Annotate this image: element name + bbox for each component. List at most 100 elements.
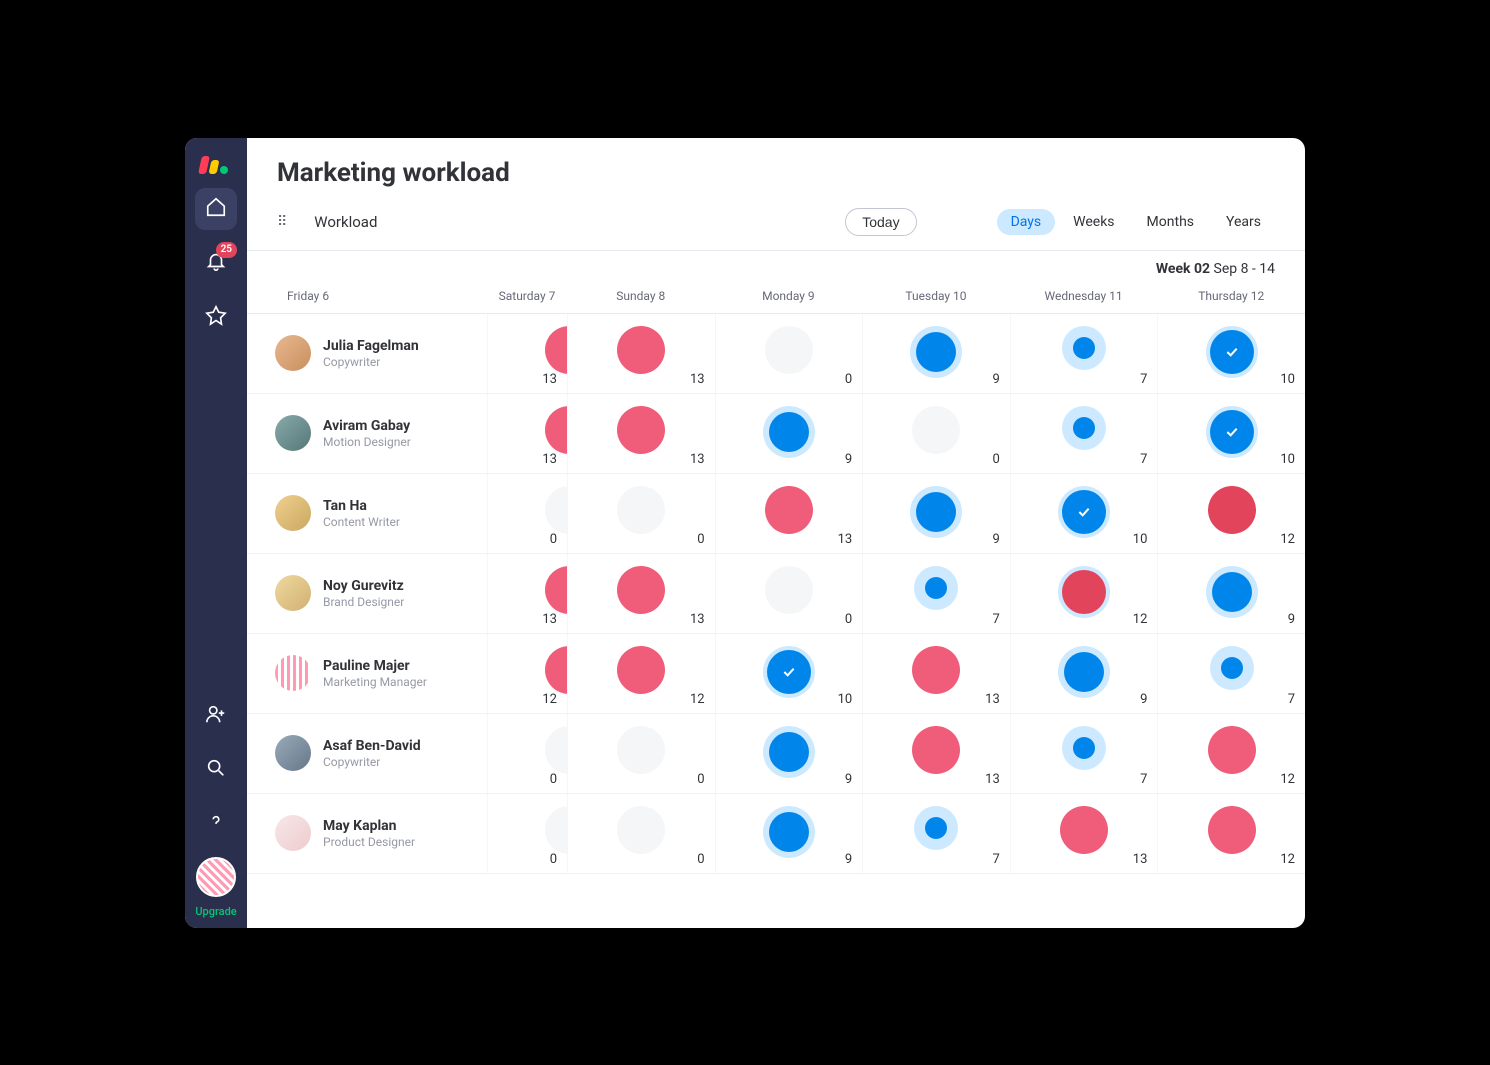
range-tab-weeks[interactable]: Weeks [1059,209,1128,235]
workload-bubble[interactable] [1062,726,1106,770]
nav-home[interactable] [195,188,237,230]
workload-bubble[interactable] [545,486,567,534]
workload-value: 0 [845,612,852,627]
workload-bubble[interactable] [1058,646,1110,698]
person-cell[interactable]: Tan HaContent Writer [247,474,487,554]
workload-bubble[interactable] [545,646,567,694]
workload-bubble[interactable] [1058,486,1110,538]
workload-cell: 9 [862,474,1010,554]
workload-bubble[interactable] [1208,726,1256,774]
workload-value: 0 [992,452,999,467]
workload-cell: 13 [487,394,567,474]
workload-value: 13 [542,372,557,387]
workload-bubble[interactable] [912,726,960,774]
workload-bubble[interactable] [765,486,813,534]
workload-bubble[interactable] [910,486,962,538]
nav-favorites[interactable] [195,296,237,338]
workload-bubble[interactable] [763,646,815,698]
workload-bubble[interactable] [912,406,960,454]
person-cell[interactable]: May KaplanProduct Designer [247,794,487,874]
range-tab-days[interactable]: Days [997,209,1056,235]
workload-value: 9 [845,852,852,867]
workload-value: 7 [1140,772,1147,787]
week-number: Week 02 [1156,261,1210,277]
person-cell[interactable]: Asaf Ben-DavidCopywriter [247,714,487,794]
nav-avatar[interactable] [196,857,236,897]
workload-bubble[interactable] [1208,486,1256,534]
range-tab-years[interactable]: Years [1212,209,1275,235]
workload-bubble[interactable] [763,726,815,778]
workload-cell: 0 [715,554,863,634]
person-cell[interactable]: Pauline MajerMarketing Manager [247,634,487,714]
workload-bubble[interactable] [1206,566,1258,618]
workload-bubble[interactable] [617,806,665,854]
workload-cell: 9 [862,314,1010,394]
week-dates: Sep 8 - 14 [1210,261,1275,277]
range-tab-months[interactable]: Months [1133,209,1208,235]
person-name: Tan Ha [323,497,400,515]
nav-help[interactable] [195,803,237,845]
workload-cell: 12 [1010,554,1158,634]
today-button[interactable]: Today [845,208,916,236]
workload-value: 7 [1288,692,1295,707]
nav-notifications[interactable]: 25 [195,242,237,284]
nav-search[interactable] [195,749,237,791]
workload-bubble[interactable] [617,566,665,614]
workload-bubble[interactable] [1060,806,1108,854]
workload-bubble[interactable] [617,726,665,774]
home-icon [205,196,227,222]
workload-bubble[interactable] [765,326,813,374]
workload-value: 9 [992,372,999,387]
workload-bubble[interactable] [617,326,665,374]
nav-invite[interactable] [195,695,237,737]
workload-bubble[interactable] [1062,326,1106,370]
workload-value: 0 [550,532,557,547]
workload-cell: 0 [567,714,715,794]
workload-bubble[interactable] [763,806,815,858]
workload-bubble[interactable] [1208,806,1256,854]
workload-bubble[interactable] [912,646,960,694]
workload-value: 9 [1140,692,1147,707]
person-cell[interactable]: Aviram GabayMotion Designer [247,394,487,474]
workload-bubble[interactable] [617,646,665,694]
workload-cell: 9 [715,794,863,874]
workload-cell: 0 [487,474,567,554]
person-name: Aviram Gabay [323,417,411,435]
avatar [275,415,311,451]
workload-bubble[interactable] [1206,406,1258,458]
drag-handle-icon[interactable]: ⠿ [277,214,288,230]
workload-value: 13 [1133,852,1148,867]
workload-cell: 12 [487,634,567,714]
workload-bubble[interactable] [545,406,567,454]
workload-cell: 7 [1010,714,1158,794]
workload-value: 9 [992,532,999,547]
workload-bubble[interactable] [545,726,567,774]
workload-bubble[interactable] [545,326,567,374]
workload-bubble[interactable] [1062,406,1106,450]
avatar [275,735,311,771]
workload-bubble[interactable] [1206,326,1258,378]
workload-cell: 13 [715,474,863,554]
workload-bubble[interactable] [910,326,962,378]
person-cell[interactable]: Noy GurevitzBrand Designer [247,554,487,634]
workload-bubble[interactable] [1058,566,1110,618]
workload-value: 13 [690,452,705,467]
workload-bubble[interactable] [617,406,665,454]
person-cell[interactable]: Julia FagelmanCopywriter [247,314,487,394]
workload-bubble[interactable] [545,566,567,614]
workload-bubble[interactable] [763,406,815,458]
workload-bubble[interactable] [914,566,958,610]
page-title: Marketing workload [277,158,1275,188]
workload-bubble[interactable] [617,486,665,534]
column-header-day: Thursday 12 [1157,281,1305,314]
workload-bubble[interactable] [545,806,567,854]
workload-bubble[interactable] [765,566,813,614]
workload-cell: 10 [1157,314,1305,394]
workload-bubble[interactable] [914,806,958,850]
person-role: Copywriter [323,355,419,369]
column-header-day: Sunday 8 [567,281,715,314]
workload-bubble[interactable] [1210,646,1254,690]
upgrade-link[interactable]: Upgrade [195,905,236,928]
workload-value: 10 [1280,452,1295,467]
workload-cell: 7 [1010,314,1158,394]
